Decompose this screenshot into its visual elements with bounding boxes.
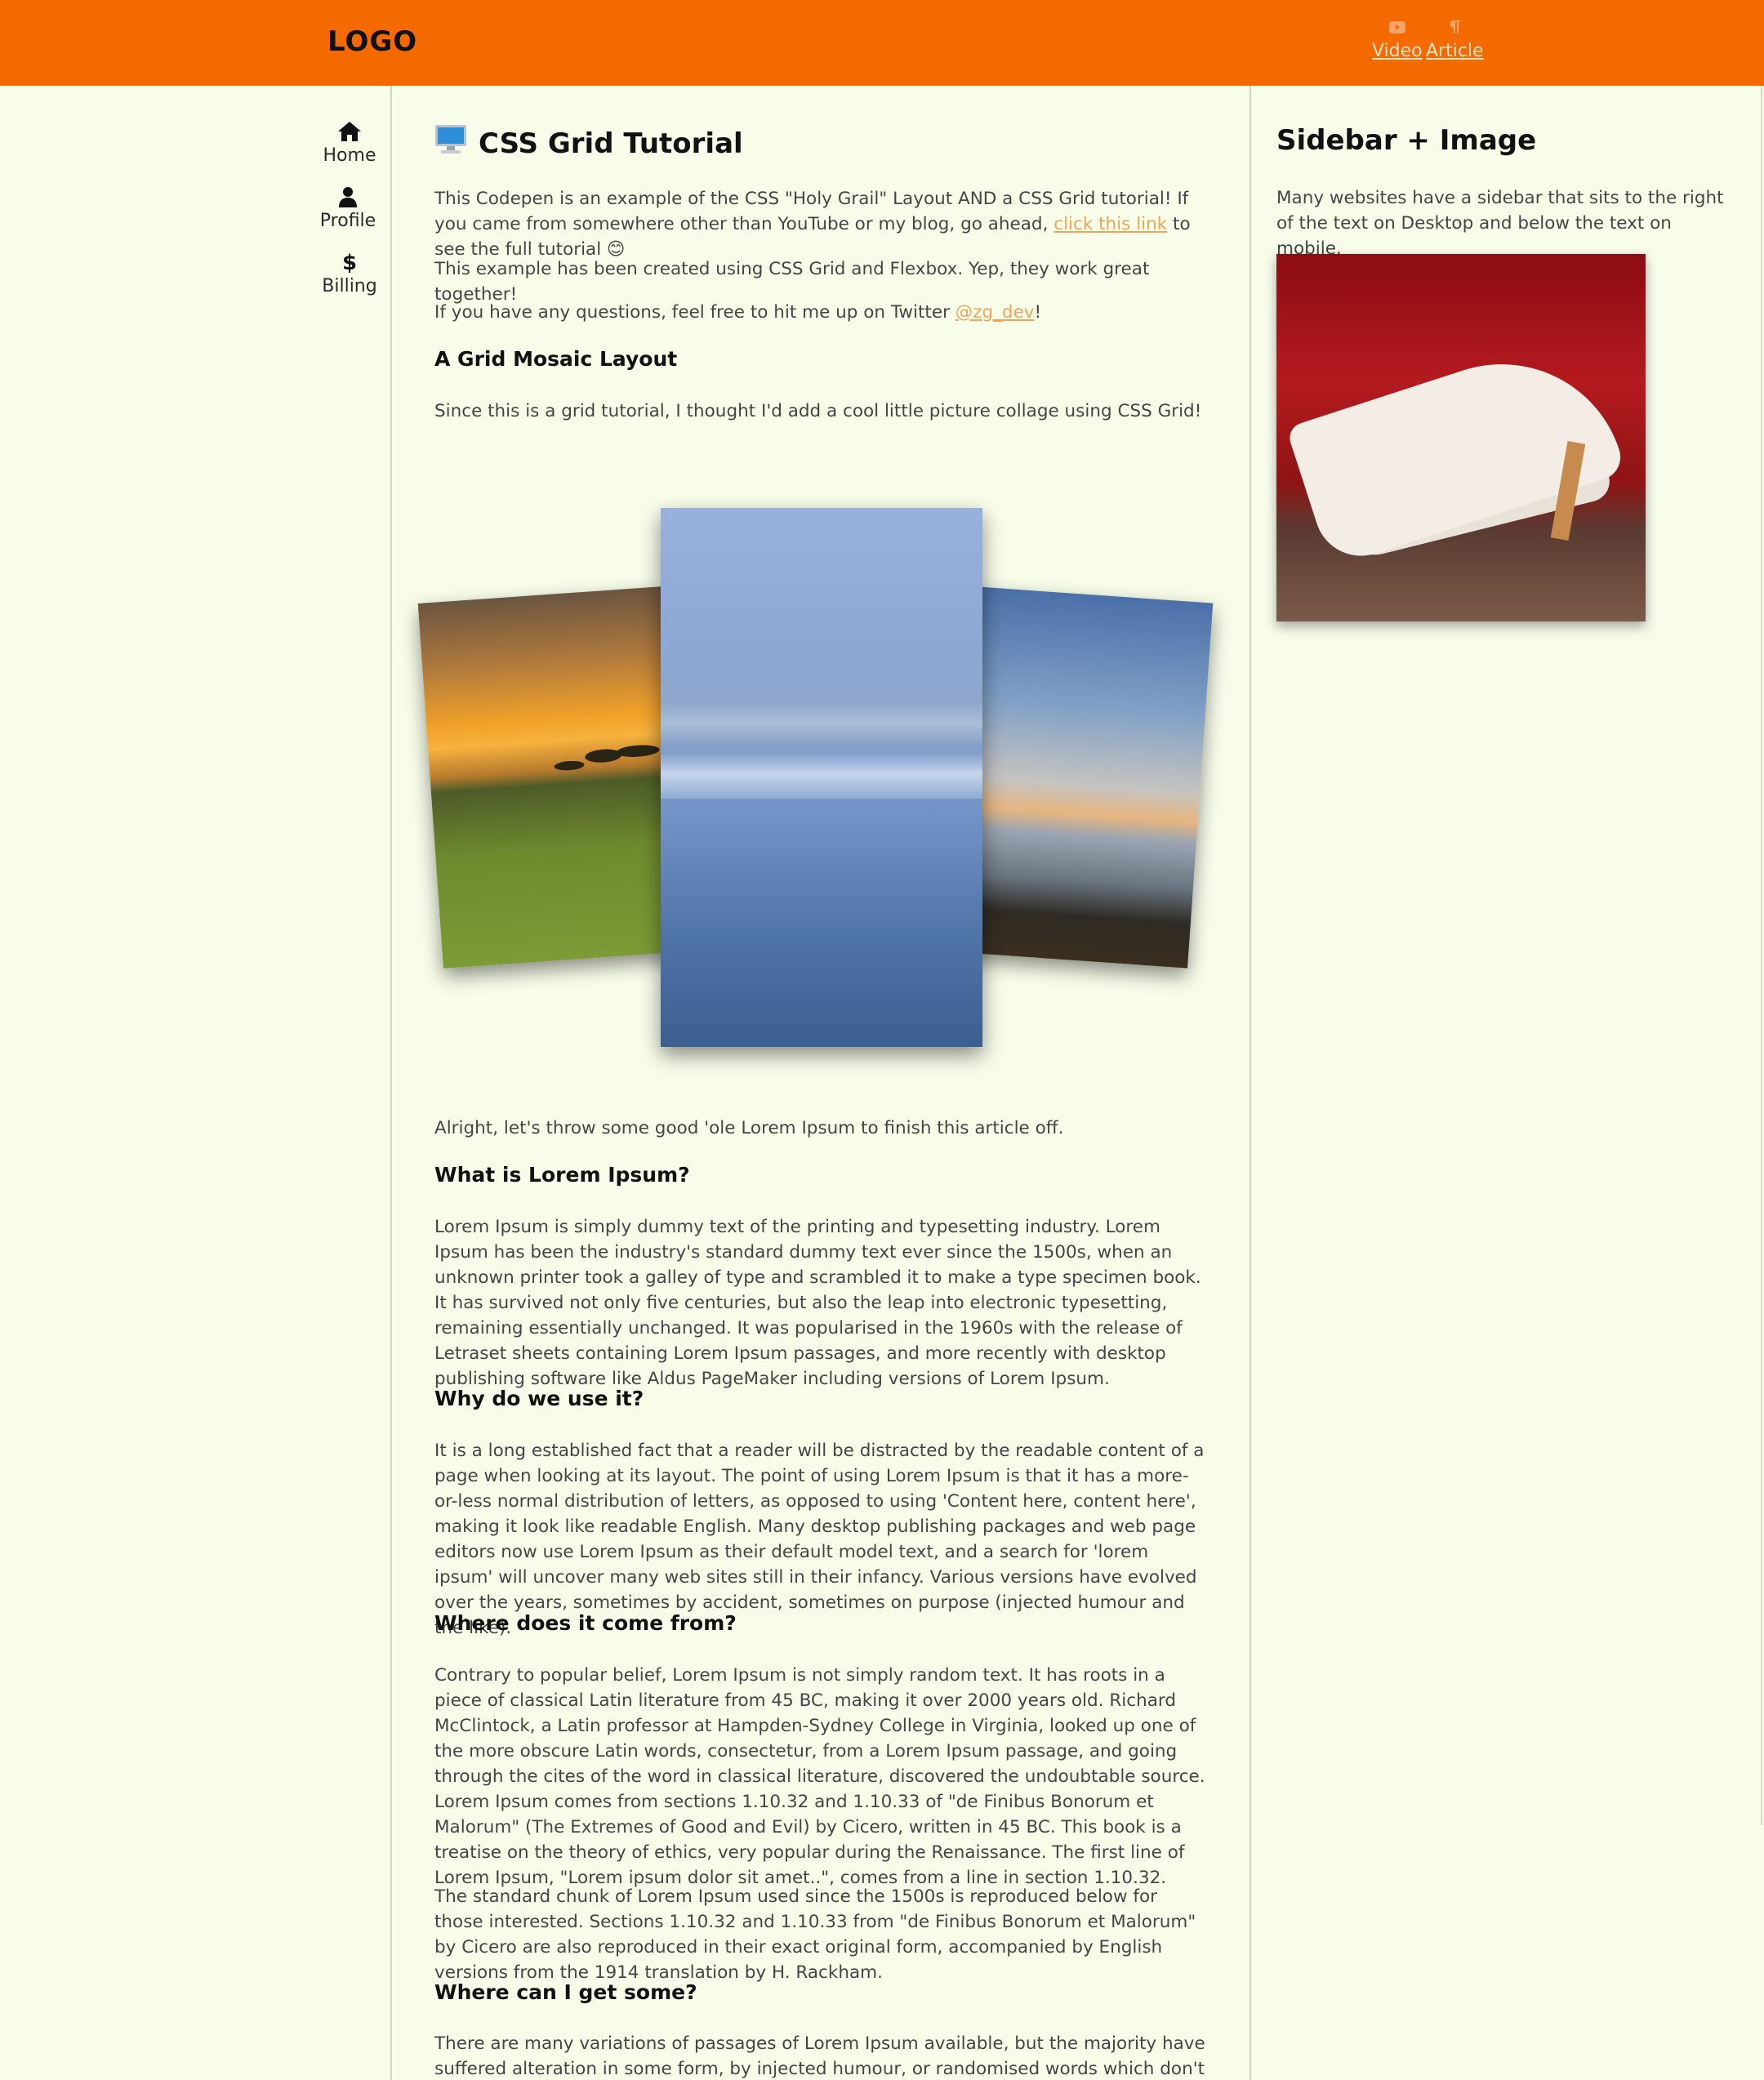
- sidebar-text: Many websites have a sidebar that sits t…: [1276, 188, 1724, 259]
- twitter-link[interactable]: @zg_dev: [956, 302, 1035, 323]
- sidebar-item-label: Home: [323, 145, 376, 166]
- section-paragraph: Lorem Ipsum is simply dummy text of the …: [434, 1217, 1201, 1389]
- twitter-text-end: !: [1034, 302, 1042, 323]
- nav-video-label: Video: [1372, 41, 1423, 61]
- paragraph-icon: [1448, 18, 1461, 36]
- sidebar-item-home[interactable]: Home: [301, 119, 399, 166]
- sidebar-item-billing[interactable]: $ Billing: [301, 250, 399, 296]
- sidebar-image-shoes: [1276, 254, 1646, 621]
- logo[interactable]: LOGO: [327, 25, 417, 58]
- intro-paragraph-3: If you have any questions, feel free to …: [434, 300, 1210, 325]
- lorem-intro-paragraph: Alright, let's throw some good 'ole Lore…: [434, 1118, 1064, 1138]
- top-header: LOGO Video Article: [0, 0, 1764, 86]
- full-tutorial-link[interactable]: click this link: [1054, 214, 1167, 234]
- nav-article-link[interactable]: Article: [1426, 18, 1484, 61]
- section-heading: A Grid Mosaic Layout: [434, 347, 678, 371]
- section-paragraph: The standard chunk of Lorem Ipsum used s…: [434, 1886, 1196, 1983]
- mosaic-image-lake-dusk: [951, 586, 1214, 969]
- mosaic-image-sunset-field: [417, 586, 688, 969]
- glacier-shape: [661, 753, 982, 799]
- nav-video-link[interactable]: Video: [1372, 18, 1423, 61]
- home-icon: [337, 119, 362, 144]
- section-heading: Where can I get some?: [434, 1980, 697, 2004]
- left-sidebar: [0, 86, 392, 2080]
- svg-text:$: $: [342, 251, 357, 274]
- section-heading: Why do we use it?: [434, 1387, 644, 1410]
- twitter-text: If you have any questions, feel free to …: [434, 302, 956, 323]
- section-paragraph: Contrary to popular belief, Lorem Ipsum …: [434, 1665, 1205, 1888]
- sidebar-item-label: Billing: [322, 276, 377, 296]
- section-heading: What is Lorem Ipsum?: [434, 1163, 690, 1187]
- sidebar-item-profile[interactable]: Profile: [299, 185, 397, 231]
- scrollbar[interactable]: [1761, 86, 1762, 1825]
- sidebar-item-label: Profile: [319, 211, 376, 231]
- sidebar-title: Sidebar + Image: [1276, 124, 1537, 157]
- section-heading: Where does it come from?: [434, 1611, 737, 1635]
- mosaic-image-glacier-lake: [661, 508, 982, 1047]
- computer-emoji-icon: [434, 124, 467, 163]
- nav-article-label: Article: [1426, 41, 1484, 61]
- trees-shape: [525, 729, 668, 789]
- dollar-icon: $: [342, 250, 357, 274]
- mosaic-paragraph: Since this is a grid tutorial, I thought…: [434, 401, 1202, 421]
- section-paragraph: There are many variations of passages of…: [434, 2033, 1205, 2079]
- intro-paragraph-1: This Codepen is an example of the CSS "H…: [434, 186, 1210, 262]
- user-icon: [338, 185, 358, 209]
- page-title: CSS Grid Tutorial: [434, 124, 1210, 163]
- page-title-text: CSS Grid Tutorial: [479, 127, 743, 160]
- youtube-icon: [1388, 18, 1405, 36]
